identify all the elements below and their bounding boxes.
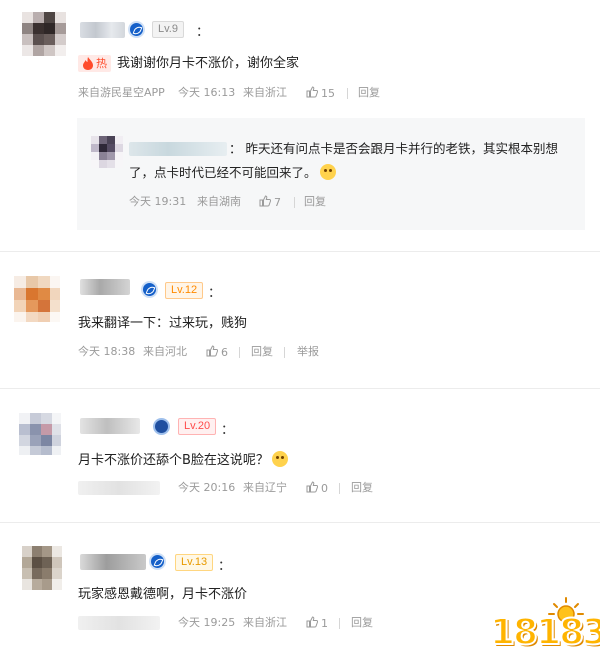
site-logo: 18183 (489, 596, 600, 658)
divider (239, 347, 240, 358)
comment-time: 今天 18:38 (78, 345, 136, 358)
thumbs-up-icon (206, 345, 218, 357)
colon: ： (196, 25, 210, 40)
reply-button[interactable]: 回复 (251, 345, 273, 359)
nested-reply: ： 昨天还有问点卡是否会跟月卡并行的老铁，其实根本别想 了，点卡时代已经不可能回… (77, 118, 585, 230)
avatar[interactable] (22, 546, 62, 590)
like-button[interactable]: 7 (259, 195, 281, 209)
avatar[interactable] (91, 136, 123, 168)
thumbs-up-icon (306, 86, 318, 98)
hot-badge: 热 (78, 55, 111, 72)
reply-button[interactable]: 回复 (358, 86, 380, 100)
hot-label: 热 (96, 57, 107, 70)
comment-text: 我谢谢你月卡不涨价，谢你全家 (117, 56, 300, 71)
like-count: 6 (221, 346, 228, 359)
comment-text: 玩家感恩戴德啊，月卡不涨价 (78, 587, 248, 602)
comment-text: 月卡不涨价还舔个B脸在这说呢？ (78, 451, 288, 470)
thumbs-up-icon (259, 195, 271, 207)
like-count: 7 (274, 196, 281, 209)
user-medal-icon (153, 418, 170, 435)
comment-location: 来自浙江 (243, 86, 287, 99)
like-count: 1 (321, 617, 328, 630)
level-badge: Lv.20 (178, 418, 217, 435)
username-blurred[interactable] (80, 554, 146, 570)
username-blurred[interactable] (129, 142, 227, 156)
verified-badge-icon (128, 21, 145, 38)
comment-text: 我来翻译一下：过来玩，贱狗 (78, 316, 248, 331)
comment-divider (0, 251, 600, 252)
divider (339, 483, 340, 494)
thumbs-up-icon (306, 481, 318, 493)
divider (284, 347, 285, 358)
like-button[interactable]: 1 (306, 616, 328, 630)
like-button[interactable]: 15 (306, 86, 335, 100)
comment-location: 来自浙江 (243, 616, 287, 629)
divider (294, 197, 295, 208)
comment-time: 今天 19:25 (178, 616, 236, 629)
comment-divider (0, 522, 600, 523)
avatar[interactable] (19, 413, 61, 455)
level-badge: Lv.13 (175, 554, 214, 571)
level-badge: Lv.9 (152, 21, 184, 38)
reply-time: 今天 19:31 (129, 195, 187, 208)
username-blurred[interactable] (80, 418, 140, 434)
verified-badge-icon (141, 281, 158, 298)
comment-source: 来自游民星空APP (78, 86, 165, 99)
divider (339, 618, 340, 629)
thumbs-up-icon (306, 616, 318, 628)
like-button[interactable]: 0 (306, 481, 328, 495)
comment-time: 今天 16:13 (178, 86, 236, 99)
reply-text-line1: ： 昨天还有问点卡是否会跟月卡并行的老铁，其实根本别想 (229, 141, 558, 156)
reply-button[interactable]: 回复 (351, 616, 373, 630)
logo-text: 18183 (489, 611, 600, 654)
verified-badge-icon (149, 553, 166, 570)
comment-divider (0, 388, 600, 389)
report-button[interactable]: 举报 (297, 345, 319, 359)
reply-location: 来自湖南 (197, 195, 241, 208)
reply-text-line2: 了，点卡时代已经不可能回来了。 (129, 164, 336, 182)
source-blurred (78, 616, 160, 630)
avatar[interactable] (14, 276, 60, 322)
emoji-smile-icon (271, 451, 288, 467)
divider (347, 88, 348, 99)
colon: ： (218, 559, 232, 574)
username-blurred[interactable] (80, 279, 130, 295)
username-blurred[interactable] (80, 22, 125, 38)
like-button[interactable]: 6 (206, 345, 228, 359)
comment-location: 来自辽宁 (243, 481, 287, 494)
colon: ： (221, 423, 235, 438)
source-blurred (78, 481, 160, 495)
reply-button[interactable]: 回复 (304, 195, 326, 209)
colon: ： (208, 286, 222, 301)
level-badge: Lv.12 (165, 282, 204, 299)
avatar[interactable] (22, 12, 66, 56)
emoji-cat-icon (319, 164, 336, 180)
like-count: 15 (321, 87, 335, 100)
flame-icon (83, 57, 93, 70)
like-count: 0 (321, 482, 328, 495)
comment-location: 来自河北 (143, 345, 187, 358)
reply-button[interactable]: 回复 (351, 481, 373, 495)
comment-time: 今天 20:16 (178, 481, 236, 494)
